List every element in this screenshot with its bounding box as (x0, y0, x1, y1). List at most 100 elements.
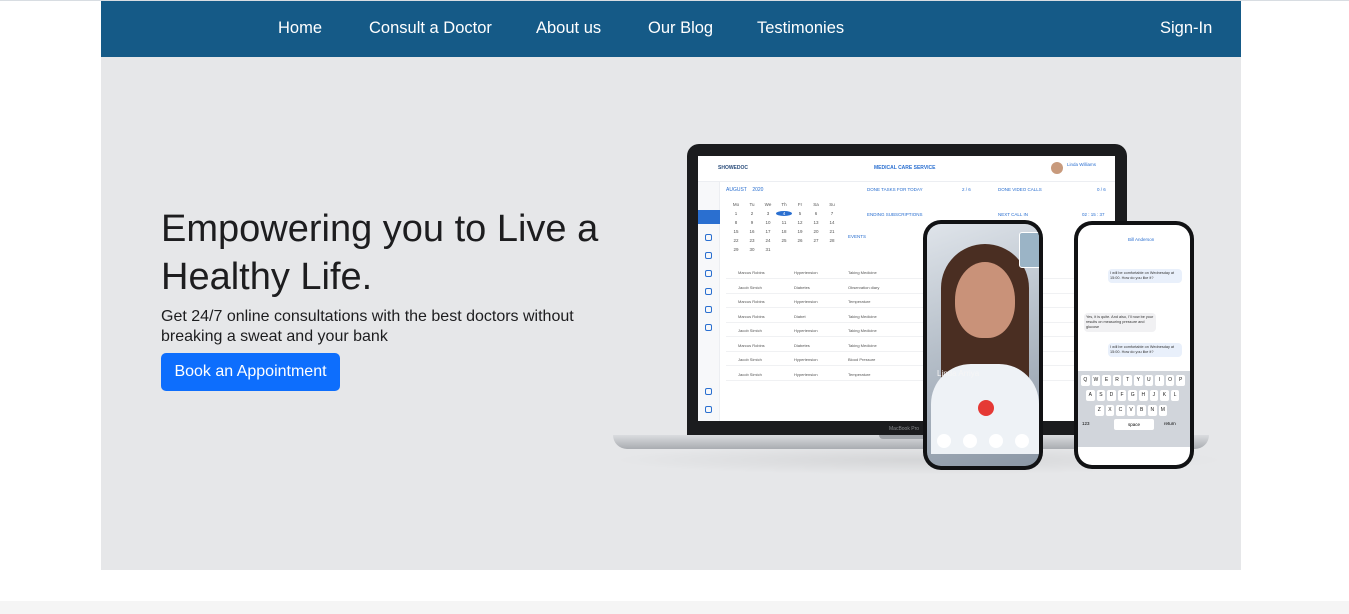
patient-task: Temperature (848, 299, 871, 304)
calendar-day: 30 (749, 247, 755, 252)
app-title: MEDICAL CARE SERVICE (874, 165, 936, 171)
keyboard-key: R (1112, 375, 1122, 386)
keyboard-row: QWERTYUIOP (1081, 375, 1185, 386)
patient-task: Taking Medicine (848, 270, 877, 275)
calendar-day: 9 (750, 220, 754, 225)
sidebar-active-item (698, 210, 720, 224)
calendar-weekday: Su (829, 202, 835, 207)
keyboard-key: V (1126, 405, 1136, 416)
nav-consult-link[interactable]: Consult a Doctor (369, 1, 492, 57)
app-logo: SHOWEDOC (718, 165, 748, 171)
patient-name: Marcus Robins (738, 313, 765, 319)
page-container: Home Consult a Doctor About us Our Blog … (101, 1, 1241, 570)
patient-condition: Hypertension (794, 270, 818, 275)
chat-screen: Bill Anderson I will be comfortable on W… (1078, 225, 1190, 465)
stat-next-label: NEXT CALL IN (998, 212, 1029, 217)
stat-calls-value: 0 / 6 (1097, 187, 1106, 192)
nav-signin-link[interactable]: Sign-In (1160, 1, 1212, 57)
patient-task: Observation diary (848, 284, 880, 290)
keyboard-key: H (1138, 390, 1148, 401)
calendar-weekday: Sa (813, 202, 819, 207)
patient-name: Marcus Robins (738, 270, 765, 275)
stat-calls-label: DONE VIDEO CALLS (998, 187, 1042, 192)
calendar-day: 19 (797, 229, 803, 234)
key-return: return (1164, 421, 1176, 426)
row-divider (726, 307, 1106, 308)
book-appointment-button[interactable]: Book an Appointment (161, 353, 340, 391)
stat-tasks-label: DONE TASKS FOR TODAY (867, 187, 923, 192)
keyboard-key: Z (1095, 405, 1104, 416)
app-sidebar (698, 182, 720, 421)
keyboard-key: E (1102, 375, 1111, 386)
row-divider (726, 278, 1106, 279)
patient-condition: Diabetes (794, 342, 810, 348)
keyboard-key: O (1165, 375, 1175, 386)
keyboard-key: Q (1081, 375, 1090, 386)
calendar-grid: Mo Tu We Th Fr Sa Su 1 2 3 4 5 6 7 8 9 10 11 12 13 14 15 16 17 1… (728, 202, 842, 252)
nav-blog-link[interactable]: Our Blog (648, 1, 713, 57)
laptop-screen: SHOWEDOC MEDICAL CARE SERVICE Linda Will… (698, 156, 1115, 421)
calendar-day: 21 (829, 229, 835, 234)
keyboard-key: L (1170, 390, 1180, 401)
avatar (1051, 162, 1063, 174)
chat-message: I will be comfortable on Wednesday at 15… (1108, 269, 1182, 283)
keyboard-key: A (1086, 390, 1095, 401)
users-icon (705, 252, 712, 259)
keyboard-key: B (1137, 405, 1146, 416)
nav-testimonies-link[interactable]: Testimonies (757, 1, 844, 57)
row-divider (726, 350, 1106, 352)
calendar-weekday: Th (781, 202, 787, 207)
keyboard-key: U (1144, 375, 1154, 386)
patient-task: Taking Medicine (848, 328, 877, 333)
calendar-day: 3 (766, 211, 770, 216)
calendar-day: 23 (749, 238, 755, 243)
document-icon (705, 270, 712, 277)
patient-condition: Diabetes (794, 284, 810, 290)
row-divider (726, 379, 1106, 381)
keyboard-key: S (1096, 390, 1106, 401)
calendar-day: 25 (781, 238, 787, 243)
calendar-day: 27 (813, 238, 819, 243)
calendar-day: 22 (733, 238, 739, 243)
keyboard-key: P (1176, 375, 1185, 386)
calendar-weekday: Fr (797, 202, 803, 207)
patient-name: Marcus Robins (738, 342, 765, 348)
calendar-day: 2 (750, 211, 754, 216)
stat-subs-label: ENDING SUBSCRIPTIONS (867, 212, 923, 217)
keyboard-key: T (1123, 375, 1132, 386)
keyboard-key: Y (1133, 375, 1143, 386)
calendar-day: 10 (765, 220, 771, 225)
key-space: space (1114, 419, 1154, 430)
app-user-name: Linda Williams (1067, 162, 1097, 167)
hero-title: Empowering you to Live a Healthy Life. (161, 208, 599, 298)
calendar-day: 17 (765, 229, 771, 234)
camera-icon (989, 434, 1003, 448)
keyboard-key: F (1117, 390, 1127, 401)
calendar-day: 14 (829, 220, 835, 225)
caller-preview (1019, 232, 1039, 268)
end-call-icon (978, 400, 994, 416)
doctor-face (955, 262, 1015, 338)
logout-icon (705, 406, 712, 413)
patient-name: Jacob Simich (738, 371, 762, 377)
stat-tasks-value: 2 / 6 (962, 187, 971, 192)
video-call-screen: Linda Arriya (927, 224, 1039, 466)
calendar-day: 31 (765, 247, 771, 252)
row-divider (726, 336, 1106, 337)
nav-home-link[interactable]: Home (278, 1, 322, 57)
calendar-year: 2020 (752, 187, 764, 193)
chat-bubble-icon (1015, 434, 1029, 448)
calendar-day: 5 (798, 211, 802, 216)
keyboard-key: I (1155, 375, 1164, 386)
nav-about-link[interactable]: About us (536, 1, 601, 57)
calendar-day: 13 (813, 220, 819, 225)
calendar-day: 7 (830, 211, 834, 216)
keyboard: QWERTYUIOP ASDFGHJKL ZXCVBNM 123 space r… (1078, 371, 1190, 447)
calendar-header: AUGUST 2020 (726, 187, 763, 193)
navbar: Home Consult a Doctor About us Our Blog … (101, 1, 1241, 57)
laptop-label: MacBook Pro (889, 426, 920, 432)
chat-contact-name: Bill Anderson (1128, 237, 1155, 242)
keyboard-key: M (1158, 405, 1168, 416)
keyboard-row: ZXCVBNM (1095, 405, 1168, 416)
patient-task: Taking Medicine (848, 313, 877, 319)
